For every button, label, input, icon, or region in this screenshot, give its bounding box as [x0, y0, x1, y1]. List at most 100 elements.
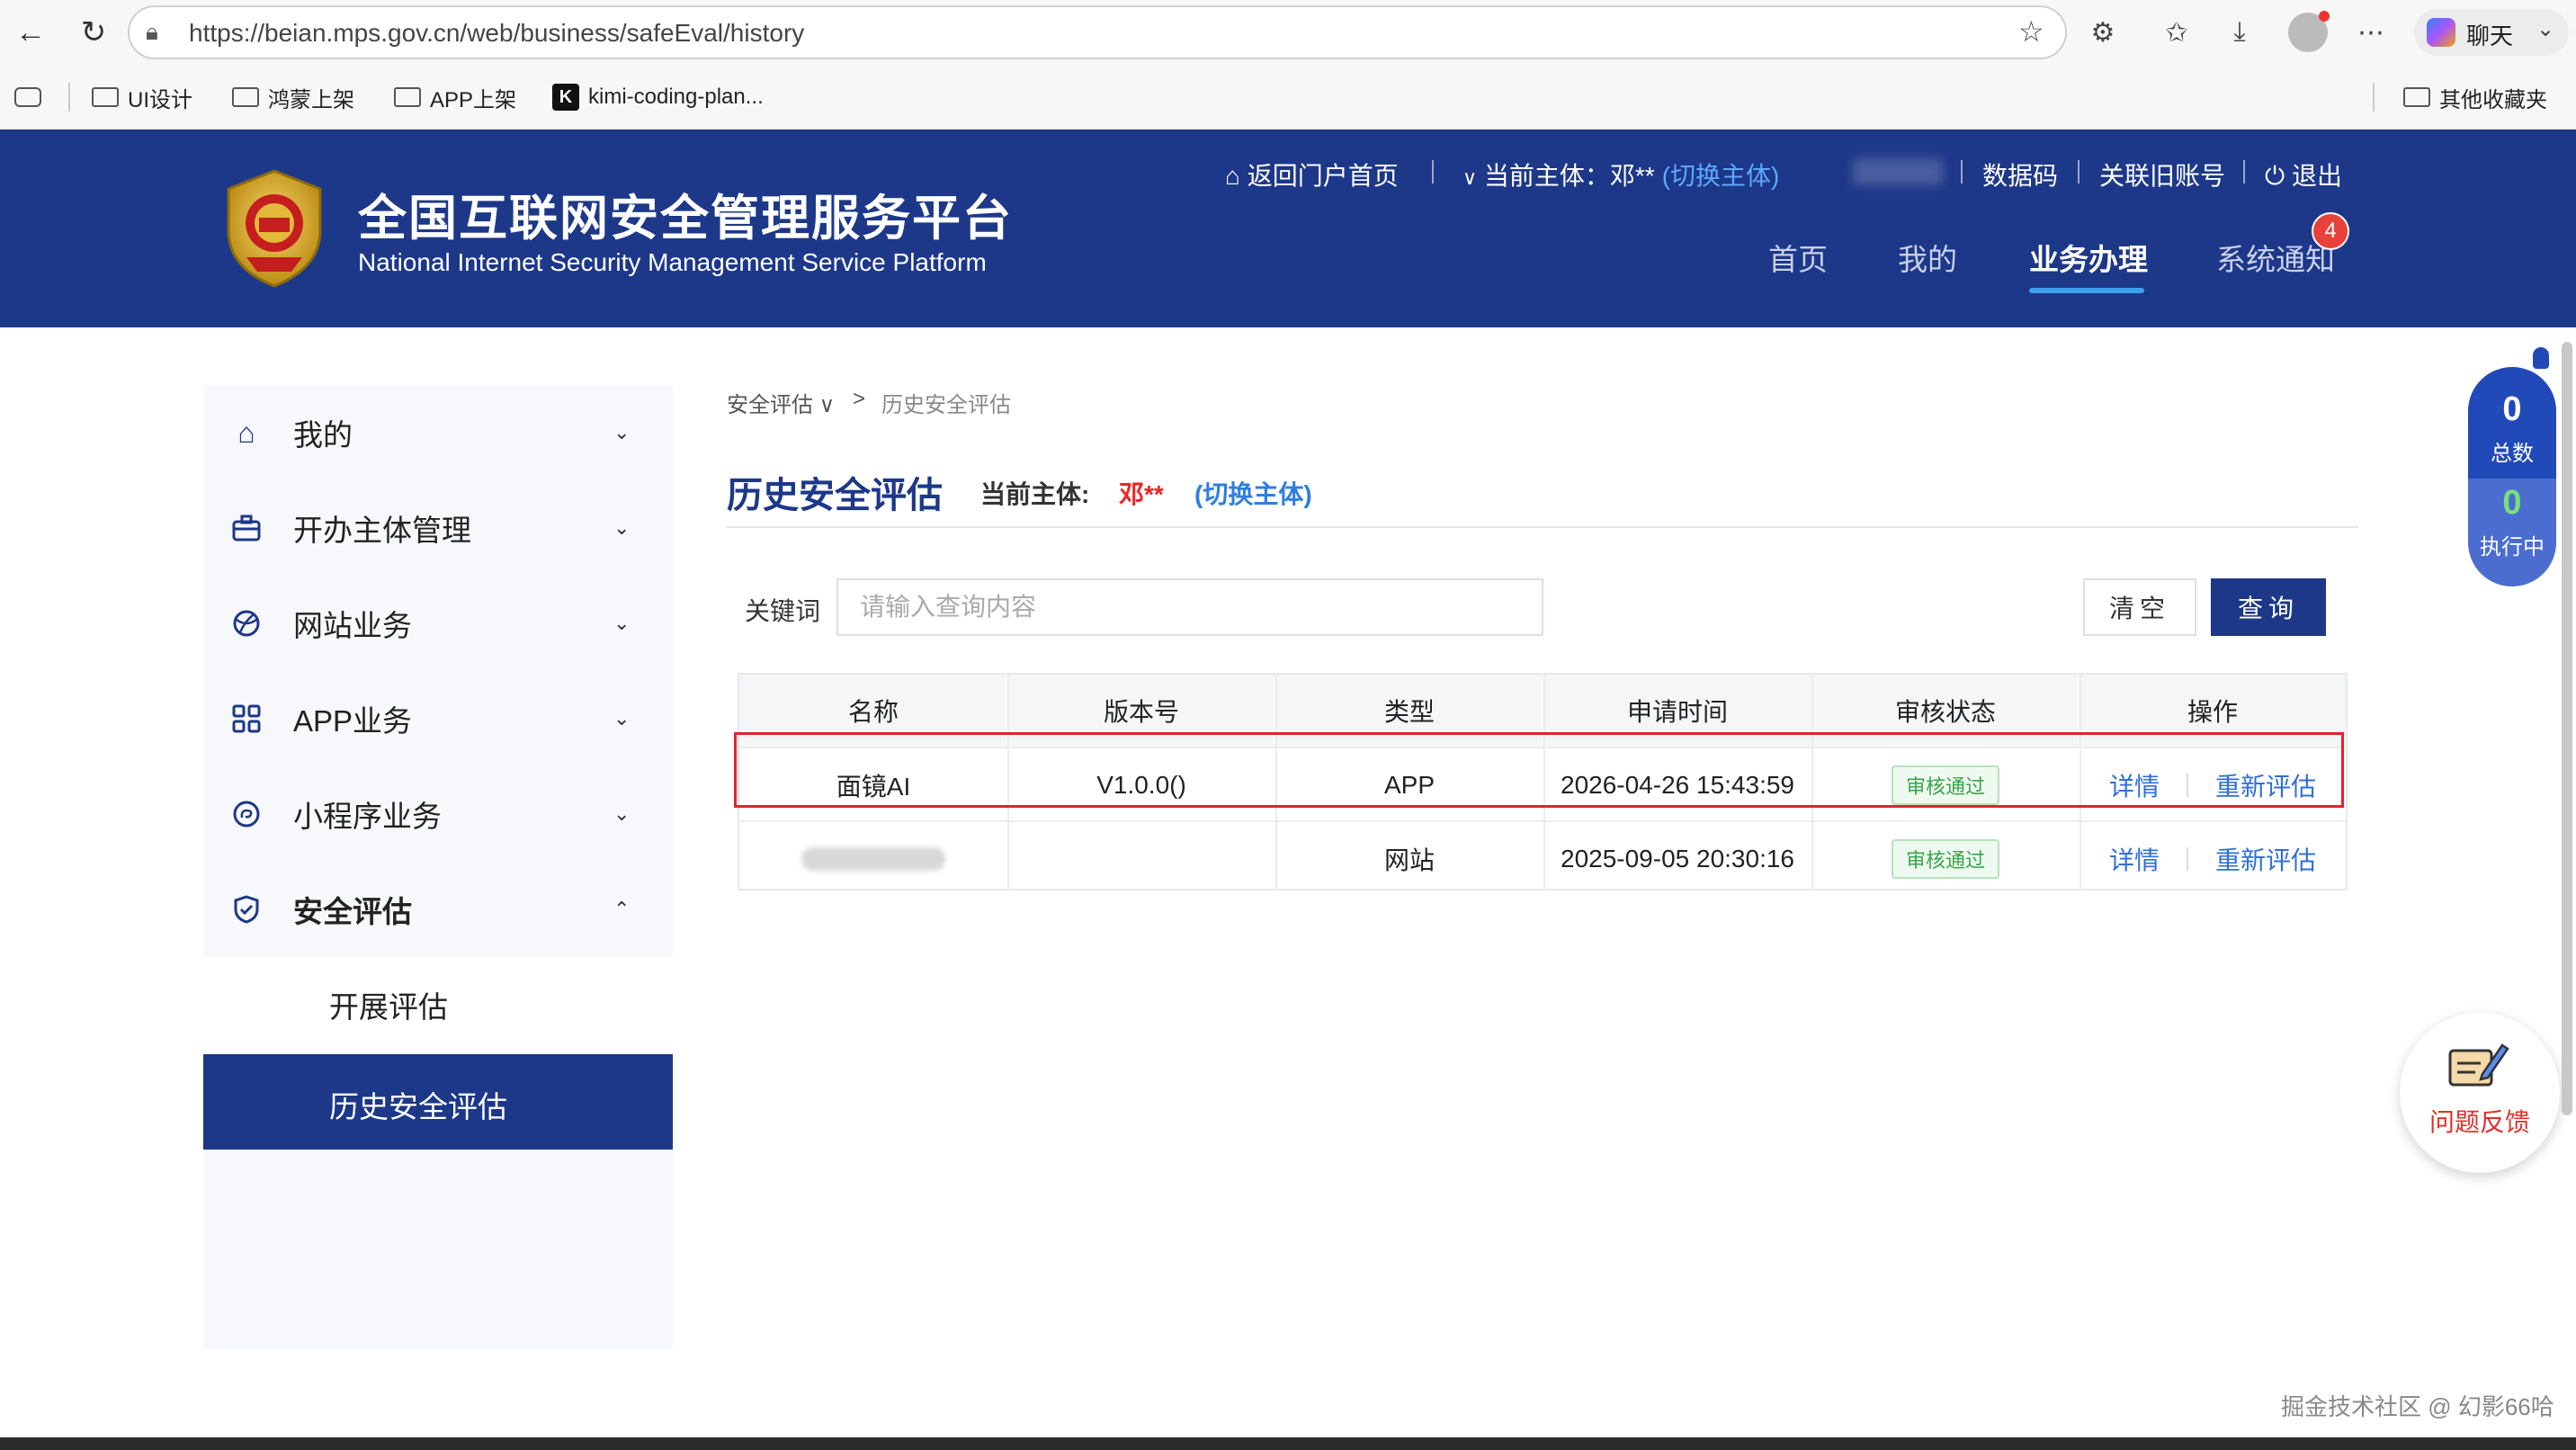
download-icon[interactable]: ⤓ [2222, 14, 2258, 50]
bell-icon [2533, 347, 2549, 369]
sidebar-item-label: 小程序业务 [293, 800, 442, 833]
sidebar-subitem-history-eval[interactable]: 历史安全评估 [203, 1054, 673, 1150]
link-old-account-link[interactable]: 关联旧账号 [2099, 157, 2225, 192]
chevron-up-icon: ⌃ [613, 898, 631, 920]
divider [2373, 83, 2375, 112]
current-subject[interactable]: ∨ 当前主体：邓** (切换主体) [1462, 157, 1779, 192]
globe-icon [228, 605, 264, 641]
divider [68, 83, 70, 112]
bookmark-label: UI设计 [128, 87, 192, 112]
site-info-icon[interactable]: 🔒︎ [146, 18, 158, 47]
breadcrumb-parent-label: 安全评估 [727, 393, 813, 417]
divider [1961, 160, 1963, 183]
copilot-chat-button[interactable]: 聊天 ⌄ [2414, 9, 2569, 56]
sidebar-item-mine[interactable]: ⌂ 我的 ⌄ [203, 385, 673, 480]
breadcrumb-current: 历史安全评估 [881, 393, 1011, 417]
clear-button[interactable]: 清空 [2083, 578, 2196, 636]
edit-note-icon [2448, 1043, 2509, 1087]
folder-icon [394, 87, 421, 107]
chevron-down-icon: ⌄ [2536, 17, 2555, 41]
cell-type: 网站 [1383, 846, 1435, 874]
sidebar-item-miniprogram[interactable]: 小程序业务 ⌄ [203, 766, 673, 862]
breadcrumb-parent[interactable]: 安全评估 ∨ [727, 387, 835, 418]
chevron-down-icon: ∨ [1462, 166, 1478, 189]
bookmark-label: kimi-coding-plan... [588, 85, 764, 109]
current-subject-label: 当前主体：邓** [1483, 162, 1655, 190]
cell-time: 2025-09-05 20:30:16 [1561, 845, 1794, 873]
bookmark-label: APP上架 [430, 87, 517, 112]
cell-status: 审核通过 [1811, 822, 2080, 896]
sidebar-item-app[interactable]: APP业务 ⌄ [203, 671, 673, 766]
sidebar-item-label: 开办主体管理 [293, 514, 471, 547]
logout-label: 退出 [2291, 162, 2342, 190]
nav-active-underline [2029, 288, 2144, 293]
keyword-input[interactable] [836, 578, 1543, 636]
sidebar-item-label: APP业务 [293, 704, 413, 738]
sidebar-item-label: 网站业务 [293, 609, 412, 642]
folder-icon [92, 87, 119, 107]
blurred-name [801, 847, 945, 871]
nav-home[interactable]: 首页 [1768, 236, 1828, 279]
chevron-down-icon: ⌄ [613, 707, 631, 729]
keyword-label: 关键词 [745, 597, 821, 625]
re-evaluate-link[interactable]: 重新评估 [2215, 841, 2316, 877]
chevron-down-icon: ⌄ [613, 802, 631, 825]
chevron-down-icon: ⌄ [613, 421, 631, 443]
sidebar-item-website[interactable]: 网站业务 ⌄ [203, 576, 673, 671]
total-count: 0 [2502, 390, 2522, 428]
bookmark-harmony[interactable]: 鸿蒙上架 [232, 77, 354, 117]
running-counter: 0 执行中 [2468, 479, 2556, 586]
folder-icon [2403, 87, 2430, 107]
running-count: 0 [2502, 484, 2522, 522]
reload-icon[interactable]: ↻ [74, 13, 113, 52]
more-icon[interactable]: ⋯ [2353, 14, 2389, 50]
switch-subject-link[interactable]: (切换主体) [1194, 475, 1312, 511]
divider [2187, 847, 2188, 871]
miniprogram-icon [228, 796, 264, 832]
browser-toolbar: ← ↻ 🔒︎ https://beian.mps.gov.cn/web/busi… [0, 0, 2576, 65]
logout-link[interactable]: ⏻ 退出 [2265, 157, 2342, 192]
watermark: 掘金技术社区 @ 幻影66哈 [2281, 1393, 2554, 1420]
bookmark-label: 鸿蒙上架 [268, 87, 354, 112]
extensions-icon[interactable]: ⚙ [2085, 14, 2121, 50]
back-portal-link[interactable]: ⌂ 返回门户首页 [1225, 157, 1399, 192]
sidebar-subitem-start-eval[interactable]: 开展评估 [203, 957, 673, 1052]
query-button[interactable]: 查询 [2211, 578, 2326, 636]
star-icon[interactable]: ☆ [2018, 14, 2044, 49]
tab-actions-icon[interactable] [14, 77, 41, 117]
shield-icon [228, 891, 264, 927]
nav-mine[interactable]: 我的 [1898, 236, 1957, 279]
home-icon: ⌂ [1225, 162, 1240, 190]
nav-business[interactable]: 业务办理 [2029, 236, 2148, 279]
sidebar-item-security-eval[interactable]: 安全评估 ⌃ [203, 862, 673, 957]
notification-badge: 4 [2312, 212, 2349, 250]
status-badge: 审核通过 [1891, 839, 1999, 879]
subject-label: 当前主体: [980, 480, 1090, 508]
feedback-button[interactable]: 问题反馈 [2400, 1013, 2560, 1173]
site-title: 全国互联网安全管理服务平台 [358, 192, 1013, 246]
bottom-bar [0, 1437, 2576, 1450]
row-highlight-box [734, 732, 2344, 808]
switch-subject-link[interactable]: (切换主体) [1662, 162, 1780, 190]
detail-link[interactable]: 详情 [2109, 841, 2160, 877]
police-emblem-logo [227, 169, 322, 288]
page-scrollbar[interactable] [2562, 342, 2572, 1115]
data-code-link[interactable]: 数据码 [1982, 157, 2058, 192]
favorites-icon[interactable]: ✩ [2159, 14, 2195, 50]
cell-name [739, 822, 1007, 896]
cell-actions: 详情 重新评估 [2080, 822, 2346, 896]
bookmark-app-release[interactable]: APP上架 [394, 77, 516, 117]
folder-icon [232, 87, 259, 107]
bookmark-other-favorites[interactable]: 其他收藏夹 [2403, 77, 2547, 117]
total-counter: 0 总数 [2468, 367, 2556, 479]
address-bar[interactable]: 🔒︎ https://beian.mps.gov.cn/web/business… [128, 5, 2067, 59]
sidebar-item-subject-management[interactable]: 开办主体管理 ⌄ [203, 480, 673, 576]
chevron-down-icon: ⌄ [613, 612, 631, 634]
bookmark-ui-design[interactable]: UI设计 [92, 77, 192, 117]
briefcase-icon [228, 510, 264, 546]
chat-label: 聊天 [2466, 22, 2514, 49]
bookmark-label: 其他收藏夹 [2439, 87, 2547, 112]
bookmark-kimi[interactable]: Kkimi-coding-plan... [552, 77, 764, 117]
profile-dot [2319, 11, 2330, 22]
back-arrow-icon[interactable]: ← [11, 13, 50, 52]
